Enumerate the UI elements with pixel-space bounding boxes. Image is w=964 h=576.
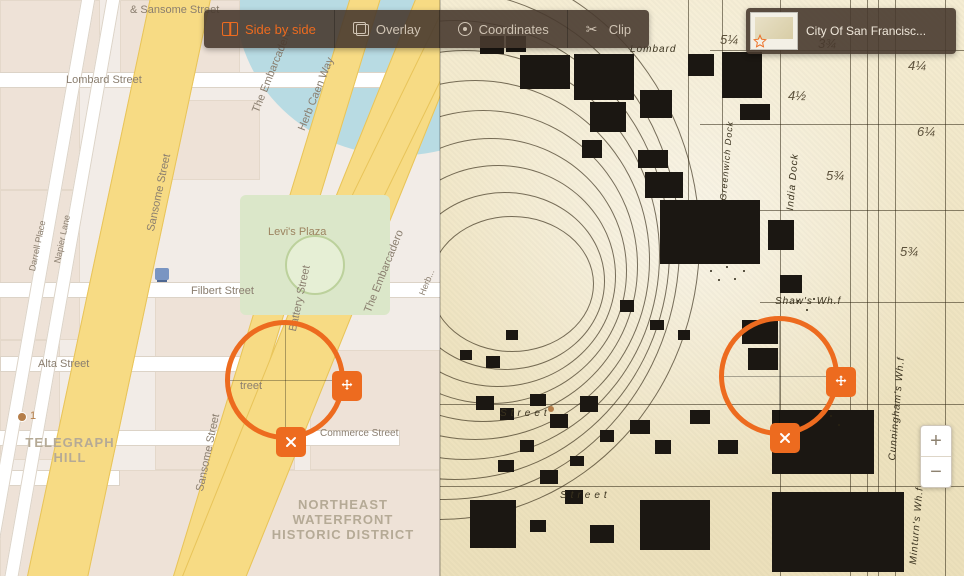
hist-label: Street (500, 408, 551, 419)
lens-move-button[interactable] (332, 371, 362, 401)
bus-stop-icon (155, 268, 169, 280)
favorite-star-icon[interactable] (753, 34, 767, 48)
view-mode-toolbar: Side by side Overlay Coordinates Clip (204, 10, 649, 48)
hist-label: Shaw's Wh.f (775, 296, 841, 307)
move-icon (339, 378, 355, 394)
tab-overlay[interactable]: Overlay (335, 10, 440, 48)
tab-label: Coordinates (479, 22, 549, 37)
hist-label: Street (560, 490, 611, 501)
pane-divider[interactable] (439, 0, 441, 576)
overlay-icon (353, 22, 369, 36)
survey-tick: 4½ (788, 88, 806, 103)
street-label: Alta Street (38, 358, 89, 370)
survey-tick: 6¼ (917, 124, 935, 139)
lens-close-button[interactable] (276, 427, 306, 457)
close-icon (777, 430, 793, 446)
zoom-in-button[interactable]: + (921, 426, 951, 456)
poi-icon (18, 413, 26, 421)
tab-side-by-side[interactable]: Side by side (204, 10, 335, 48)
lens-close-button[interactable] (770, 423, 800, 453)
map-info-card[interactable]: City Of San Francisc... (746, 8, 956, 54)
poi-label: 1 (30, 410, 36, 422)
magnifier-lens[interactable]: treet (225, 320, 345, 440)
close-icon (283, 434, 299, 450)
tab-clip[interactable]: Clip (568, 10, 649, 48)
map-title: City Of San Francisc... (806, 24, 948, 38)
tab-label: Overlay (376, 22, 421, 37)
survey-tick: 5¾ (900, 244, 918, 259)
coordinates-icon (458, 22, 472, 36)
neighborhood-label: NORTHEAST WATERFRONT HISTORIC DISTRICT (258, 497, 428, 542)
lens-move-button[interactable] (826, 367, 856, 397)
map-thumbnail (750, 12, 798, 50)
survey-tick: 5¾ (826, 168, 844, 183)
tab-coordinates[interactable]: Coordinates (440, 10, 568, 48)
neighborhood-label: TELEGRAPH HILL (15, 435, 125, 465)
zoom-out-button[interactable]: − (921, 456, 951, 487)
street-label: Lombard Street (66, 74, 142, 86)
street-label: Commerce Street (320, 428, 398, 439)
tab-label: Side by side (245, 22, 316, 37)
lens-content-label: treet (240, 380, 262, 392)
scissors-icon (586, 22, 602, 36)
zoom-control: + − (920, 425, 952, 488)
historical-map-pane[interactable]: India Dock Shaw's Wh.f Cunningham's Wh.f… (440, 0, 964, 576)
move-icon (833, 374, 849, 390)
survey-tick: 5¼ (720, 32, 738, 47)
magnifier-lens[interactable] (719, 316, 839, 436)
poi-label: Levi's Plaza (268, 226, 326, 238)
tab-label: Clip (609, 22, 631, 37)
street-label: Filbert Street (191, 285, 254, 297)
modern-map-pane[interactable]: & Sansome Street Lombard Street Filbert … (0, 0, 440, 576)
side-by-side-icon (222, 22, 238, 36)
survey-tick: 4¼ (908, 58, 926, 73)
